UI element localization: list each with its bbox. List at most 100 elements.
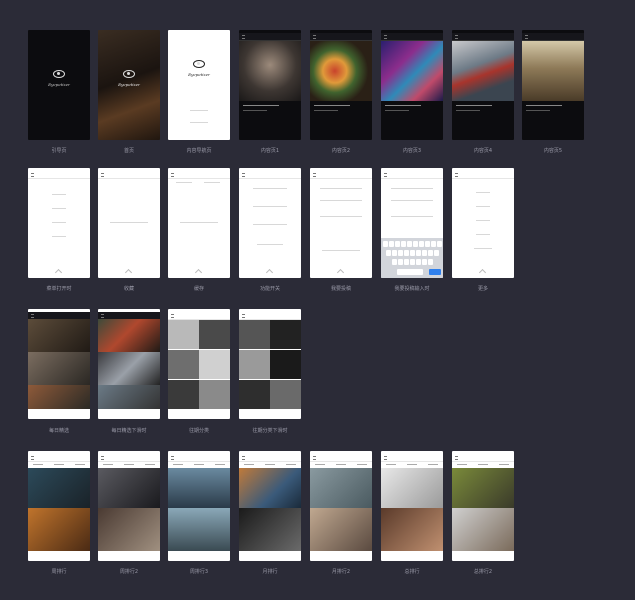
screen-monthly-rank[interactable] [239, 451, 301, 561]
rank-card[interactable] [310, 468, 372, 508]
menu-icon[interactable] [313, 35, 316, 39]
rank-card[interactable] [452, 468, 514, 508]
screen-archive-scroll[interactable] [239, 309, 301, 419]
feed-card[interactable] [28, 385, 90, 409]
menu-icon[interactable] [171, 456, 174, 460]
menu-item[interactable] [52, 194, 66, 195]
cache-tab[interactable] [176, 182, 192, 183]
rank-tabs[interactable] [310, 462, 372, 467]
more-item[interactable] [476, 192, 490, 193]
menu-icon[interactable] [384, 173, 387, 177]
form-field[interactable] [320, 188, 362, 189]
rank-tabs[interactable] [168, 462, 230, 467]
screen-menu-open[interactable] [28, 168, 90, 278]
category-tile[interactable] [199, 320, 230, 349]
rank-card[interactable] [98, 468, 160, 508]
menu-icon[interactable] [313, 456, 316, 460]
video-cover[interactable] [239, 41, 301, 101]
rank-tabs[interactable] [28, 462, 90, 467]
rank-card[interactable] [168, 468, 230, 508]
menu-icon[interactable] [242, 35, 245, 39]
screen-daily-picks[interactable] [28, 309, 90, 419]
menu-icon[interactable] [455, 35, 458, 39]
rank-card[interactable] [239, 508, 301, 551]
category-tile[interactable] [270, 320, 301, 349]
rank-card[interactable] [310, 508, 372, 551]
form-field[interactable] [391, 200, 433, 201]
rank-card[interactable] [381, 468, 443, 508]
feed-card[interactable] [98, 385, 160, 409]
menu-icon[interactable] [171, 173, 174, 177]
screen-cache[interactable] [168, 168, 230, 278]
screen-content-nav[interactable]: Eyepetizer [168, 30, 230, 140]
more-item[interactable] [476, 220, 490, 221]
video-cover[interactable] [310, 41, 372, 101]
chevron-up-icon[interactable] [265, 268, 274, 277]
category-tile[interactable] [199, 380, 230, 409]
switch-row[interactable] [253, 224, 287, 225]
screen-weekly-rank-2[interactable] [98, 451, 160, 561]
category-tile[interactable] [270, 380, 301, 409]
menu-icon[interactable] [455, 456, 458, 460]
feed-card[interactable] [28, 352, 90, 385]
screen-content-5[interactable] [522, 30, 584, 140]
rank-tabs[interactable] [239, 462, 301, 467]
rank-tabs[interactable] [452, 462, 514, 467]
video-cover[interactable] [381, 41, 443, 101]
category-tile[interactable] [199, 350, 230, 379]
switch-row[interactable] [257, 244, 283, 245]
menu-icon[interactable] [101, 456, 104, 460]
form-field[interactable] [391, 216, 433, 217]
screen-more[interactable] [452, 168, 514, 278]
more-item[interactable] [476, 206, 490, 207]
category-tile[interactable] [270, 350, 301, 379]
menu-icon[interactable] [31, 173, 34, 177]
menu-item[interactable] [52, 222, 66, 223]
screen-submit-typing[interactable] [381, 168, 443, 278]
video-cover[interactable] [452, 41, 514, 101]
rank-card[interactable] [381, 508, 443, 551]
menu-icon[interactable] [242, 314, 245, 318]
rank-tabs[interactable] [98, 462, 160, 467]
chevron-up-icon[interactable] [478, 268, 487, 277]
screen-home[interactable]: Eyepetizer [98, 30, 160, 140]
screen-archive[interactable] [168, 309, 230, 419]
screen-all-time-rank[interactable] [381, 451, 443, 561]
category-tile[interactable] [239, 350, 270, 379]
chevron-up-icon[interactable] [336, 268, 345, 277]
screen-content-4[interactable] [452, 30, 514, 140]
rank-tabs[interactable] [381, 462, 443, 467]
rank-card[interactable] [239, 468, 301, 508]
screen-content-3[interactable] [381, 30, 443, 140]
screen-daily-picks-scroll[interactable] [98, 309, 160, 419]
screen-content-2[interactable] [310, 30, 372, 140]
menu-icon[interactable] [313, 173, 316, 177]
menu-icon[interactable] [101, 173, 104, 177]
rank-card[interactable] [168, 508, 230, 551]
rank-card[interactable] [28, 468, 90, 508]
keyboard[interactable] [381, 238, 443, 278]
menu-icon[interactable] [31, 314, 34, 318]
category-tile[interactable] [168, 380, 199, 409]
screen-guide[interactable]: Eyepetizer [28, 30, 90, 140]
screen-switches[interactable] [239, 168, 301, 278]
category-tile[interactable] [239, 380, 270, 409]
menu-item[interactable] [52, 236, 66, 237]
switch-row[interactable] [253, 206, 287, 207]
form-field[interactable] [320, 216, 362, 217]
menu-icon[interactable] [384, 456, 387, 460]
menu-icon[interactable] [455, 173, 458, 177]
menu-icon[interactable] [31, 456, 34, 460]
more-item[interactable] [476, 234, 490, 235]
menu-icon[interactable] [384, 35, 387, 39]
rank-card[interactable] [28, 508, 90, 551]
menu-icon[interactable] [242, 173, 245, 177]
screen-monthly-rank-2[interactable] [310, 451, 372, 561]
screen-favorites[interactable] [98, 168, 160, 278]
screen-submit[interactable] [310, 168, 372, 278]
chevron-up-icon[interactable] [124, 268, 133, 277]
feed-card[interactable] [98, 352, 160, 385]
menu-icon[interactable] [171, 314, 174, 318]
rank-card[interactable] [98, 508, 160, 551]
chevron-up-icon[interactable] [194, 268, 203, 277]
